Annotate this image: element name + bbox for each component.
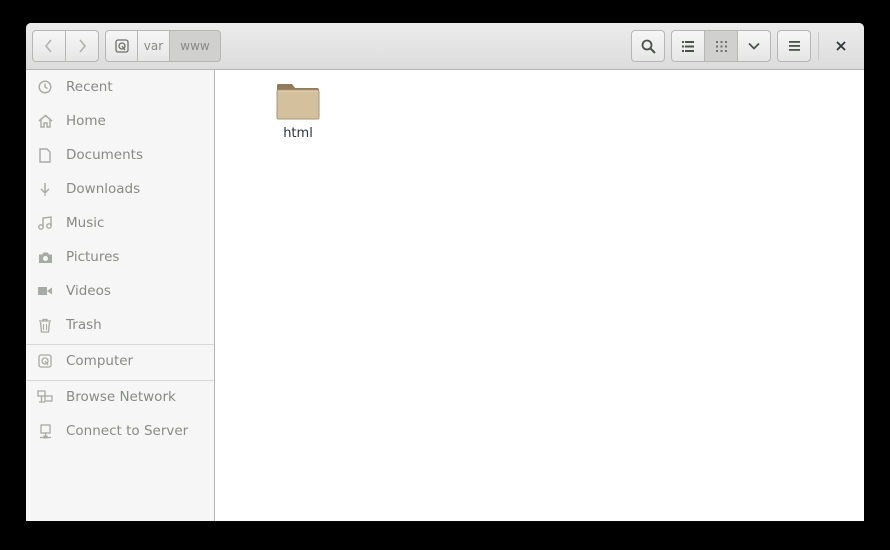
search-icon	[641, 39, 656, 54]
hamburger-menu-icon	[788, 41, 800, 51]
sidebar-item-label: Connect to Server	[66, 423, 189, 439]
sidebar-item-documents[interactable]: Documents	[26, 140, 214, 170]
forward-button[interactable]	[65, 30, 99, 62]
chevron-right-icon	[79, 39, 87, 53]
sidebar-item-browse-network[interactable]: Browse Network	[26, 382, 214, 412]
folder-item[interactable]: html	[266, 80, 330, 141]
disk-icon	[114, 39, 129, 53]
sidebar-item-label: Recent	[66, 79, 113, 95]
sidebar-item-trash[interactable]: Trash	[26, 310, 214, 340]
close-window-button[interactable]	[828, 30, 854, 62]
path-label: var	[143, 39, 164, 53]
path-root-button[interactable]	[105, 30, 138, 62]
sidebar-item-label: Downloads	[66, 181, 141, 197]
sidebar-item-pictures[interactable]: Pictures	[26, 242, 214, 272]
path-www-button[interactable]: www	[169, 30, 221, 62]
chevron-down-icon	[748, 42, 760, 50]
sidebar-item-videos[interactable]: Videos	[26, 276, 214, 306]
download-icon	[37, 181, 53, 197]
home-icon	[37, 113, 53, 129]
sidebar: Recent Home Documents Downloads Music Pi…	[26, 70, 215, 521]
file-manager-window: var www Recent Home Documents Downloads …	[26, 23, 864, 521]
sidebar-item-label: Trash	[66, 317, 102, 333]
chevron-left-icon	[44, 39, 52, 53]
camera-icon	[37, 249, 53, 265]
search-button[interactable]	[631, 30, 665, 62]
list-icon	[682, 40, 694, 52]
sidebar-item-label: Pictures	[66, 249, 120, 265]
sidebar-item-music[interactable]: Music	[26, 208, 214, 238]
sidebar-item-connect-server[interactable]: Connect to Server	[26, 416, 214, 446]
sidebar-item-label: Computer	[66, 353, 134, 369]
sidebar-item-label: Home	[66, 113, 106, 129]
trash-icon	[37, 317, 53, 333]
file-name: html	[283, 126, 313, 141]
app-menu-button[interactable]	[777, 30, 811, 62]
sidebar-separator	[26, 380, 214, 381]
disk-icon	[37, 353, 53, 369]
server-icon	[37, 423, 53, 439]
document-icon	[37, 147, 53, 163]
sidebar-item-recent[interactable]: Recent	[26, 72, 214, 102]
sidebar-separator	[26, 344, 214, 345]
video-icon	[37, 283, 53, 299]
clock-icon	[37, 79, 53, 95]
music-icon	[37, 215, 53, 231]
path-label: www	[180, 39, 210, 53]
sidebar-item-computer[interactable]: Computer	[26, 346, 214, 376]
file-view: html	[216, 70, 864, 521]
sidebar-item-label: Documents	[66, 147, 143, 163]
sidebar-item-downloads[interactable]: Downloads	[26, 174, 214, 204]
grid-view-button[interactable]	[704, 30, 738, 62]
header-separator	[818, 32, 819, 60]
header-bar: var www	[26, 23, 864, 70]
network-icon	[37, 389, 53, 405]
sidebar-item-label: Browse Network	[66, 389, 176, 405]
sidebar-item-home[interactable]: Home	[26, 106, 214, 136]
view-options-button[interactable]	[737, 30, 771, 62]
sidebar-item-label: Music	[66, 215, 105, 231]
navigation-buttons	[32, 30, 99, 62]
folder-icon	[276, 84, 320, 120]
close-icon	[836, 41, 846, 51]
grid-icon	[715, 40, 727, 52]
sidebar-item-label: Videos	[66, 283, 111, 299]
back-button[interactable]	[32, 30, 66, 62]
list-view-button[interactable]	[671, 30, 705, 62]
path-bar: var www	[105, 30, 221, 62]
path-var-button[interactable]: var	[137, 30, 170, 62]
